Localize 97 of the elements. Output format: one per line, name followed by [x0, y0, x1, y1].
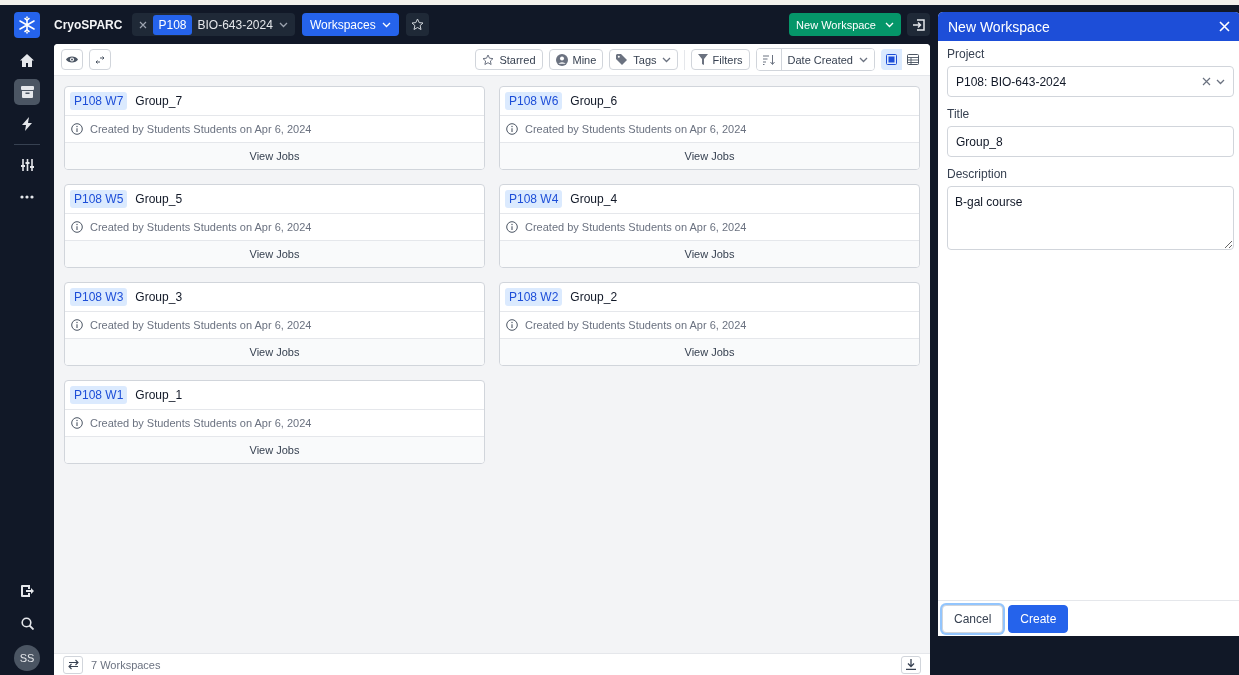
swap-icon	[95, 54, 105, 65]
visibility-button[interactable]	[61, 49, 83, 70]
sort-icon	[762, 54, 775, 65]
workspace-badge: P108 W5	[70, 190, 128, 208]
close-icon	[1219, 21, 1230, 32]
workspace-title: Group_3	[135, 290, 183, 304]
more-icon	[20, 195, 34, 199]
lightning-icon	[22, 117, 32, 131]
sidebar-item[interactable]	[14, 79, 40, 105]
view-jobs-button[interactable]: View Jobs	[65, 339, 484, 365]
info-icon	[71, 319, 83, 331]
chevron-down-icon	[661, 56, 671, 63]
clear-icon	[1202, 77, 1211, 86]
tags-dropdown[interactable]: Tags	[609, 49, 678, 70]
view-jobs-button[interactable]: View Jobs	[65, 241, 484, 267]
drawer-title: New Workspace	[948, 18, 1050, 35]
chevron-down-icon	[278, 21, 288, 28]
workspace-count: 7 Workspaces	[91, 658, 162, 671]
chevron-down-icon	[885, 21, 894, 28]
filters-button[interactable]: Filters	[690, 49, 750, 70]
swap-button[interactable]	[63, 655, 83, 674]
filter-icon	[697, 54, 708, 65]
workspace-badge: P108 W7	[70, 92, 128, 110]
sort-direction-button[interactable]	[756, 49, 782, 70]
star-icon	[410, 18, 424, 31]
create-button[interactable]: Create	[1008, 604, 1069, 633]
download-button[interactable]	[901, 655, 921, 674]
star-button[interactable]	[405, 13, 429, 36]
app-name: CryoSPARC	[54, 17, 123, 32]
chevron-down-icon	[1216, 78, 1225, 85]
download-icon	[906, 659, 916, 670]
workspace-meta: Created by Students Students on Apr 6, 2024	[90, 123, 312, 135]
workspace-badge: P108 W1	[70, 386, 128, 404]
workspace-meta: Created by Students Students on Apr 6, 2024	[90, 221, 312, 233]
info-icon	[506, 319, 518, 331]
info-icon	[71, 123, 83, 135]
app-logo[interactable]	[14, 12, 40, 38]
workspace-title: Group_7	[135, 94, 183, 108]
view-jobs-button[interactable]: View Jobs	[65, 437, 484, 463]
view-jobs-button[interactable]: View Jobs	[500, 143, 919, 169]
workspace-title: Group_2	[570, 290, 618, 304]
field-label: Project	[947, 47, 986, 62]
chevron-down-icon	[381, 21, 391, 28]
table-view-icon	[906, 54, 919, 65]
view-toggle[interactable]	[881, 49, 902, 70]
eye-icon	[66, 55, 78, 64]
title-field[interactable]: Group_8	[947, 126, 1234, 157]
info-icon	[506, 221, 518, 233]
exit-icon	[912, 18, 925, 31]
card-view-icon	[886, 54, 897, 65]
workspace-badge: P108 W3	[70, 288, 128, 306]
workspace-badge: P108 W2	[505, 288, 563, 306]
search-icon	[20, 616, 34, 630]
view-jobs-button[interactable]: View Jobs	[65, 143, 484, 169]
project-select[interactable]: P108: BIO-643-2024	[947, 66, 1234, 97]
cancel-button[interactable]: Cancel	[942, 604, 1004, 633]
home-icon	[20, 53, 34, 67]
project-id-badge: P108	[153, 14, 192, 35]
exit-icon	[20, 585, 34, 597]
filter-toggle[interactable]: Starred	[475, 49, 543, 70]
chevron-down-icon	[859, 56, 868, 63]
view-jobs-button[interactable]: View Jobs	[500, 241, 919, 267]
workspace-meta: Created by Students Students on Apr 6, 2024	[90, 319, 312, 331]
workspace-title: Group_5	[135, 192, 183, 206]
info-icon	[506, 123, 518, 135]
workspace-meta: Created by Students Students on Apr 6, 2024	[90, 417, 312, 429]
workspace-meta: Created by Students Students on Apr 6, 2024	[525, 221, 747, 233]
project-name: BIO-643-2024	[197, 17, 273, 32]
close-button[interactable]	[1219, 21, 1230, 32]
new-workspace-button[interactable]: New Workspace	[789, 13, 901, 36]
workspace-badge: P108 W4	[505, 190, 563, 208]
select-value: P108: BIO-643-2024	[956, 74, 1067, 89]
field-label: Title	[947, 107, 971, 122]
workspace-title: Group_6	[570, 94, 618, 108]
panel-toggle-button[interactable]	[907, 13, 930, 36]
view-jobs-button[interactable]: View Jobs	[500, 339, 919, 365]
workspace-title: Group_4	[570, 192, 618, 206]
section-dropdown[interactable]: Workspaces	[301, 13, 399, 36]
project-selector[interactable]: P108 BIO-643-2024	[132, 13, 295, 36]
workspace-title: Group_1	[135, 388, 183, 402]
workspace-badge: P108 W6	[505, 92, 563, 110]
tag-icon	[616, 54, 629, 65]
workspace-meta: Created by Students Students on Apr 6, 2024	[525, 123, 747, 135]
user-icon	[555, 53, 568, 66]
user-avatar[interactable]: SS	[14, 645, 40, 671]
info-icon	[71, 221, 83, 233]
description-field[interactable]: B-gal course	[947, 186, 1234, 250]
workspace-meta: Created by Students Students on Apr 6, 2024	[525, 319, 747, 331]
close-icon	[139, 20, 148, 29]
swap-icon	[67, 659, 79, 670]
snowflake-icon	[18, 16, 36, 34]
field-label: Description	[947, 167, 1009, 182]
archive-icon	[20, 86, 34, 98]
filter-toggle[interactable]: Mine	[548, 49, 604, 70]
star-icon	[482, 53, 495, 66]
sliders-icon	[20, 159, 34, 171]
info-icon	[71, 417, 83, 429]
